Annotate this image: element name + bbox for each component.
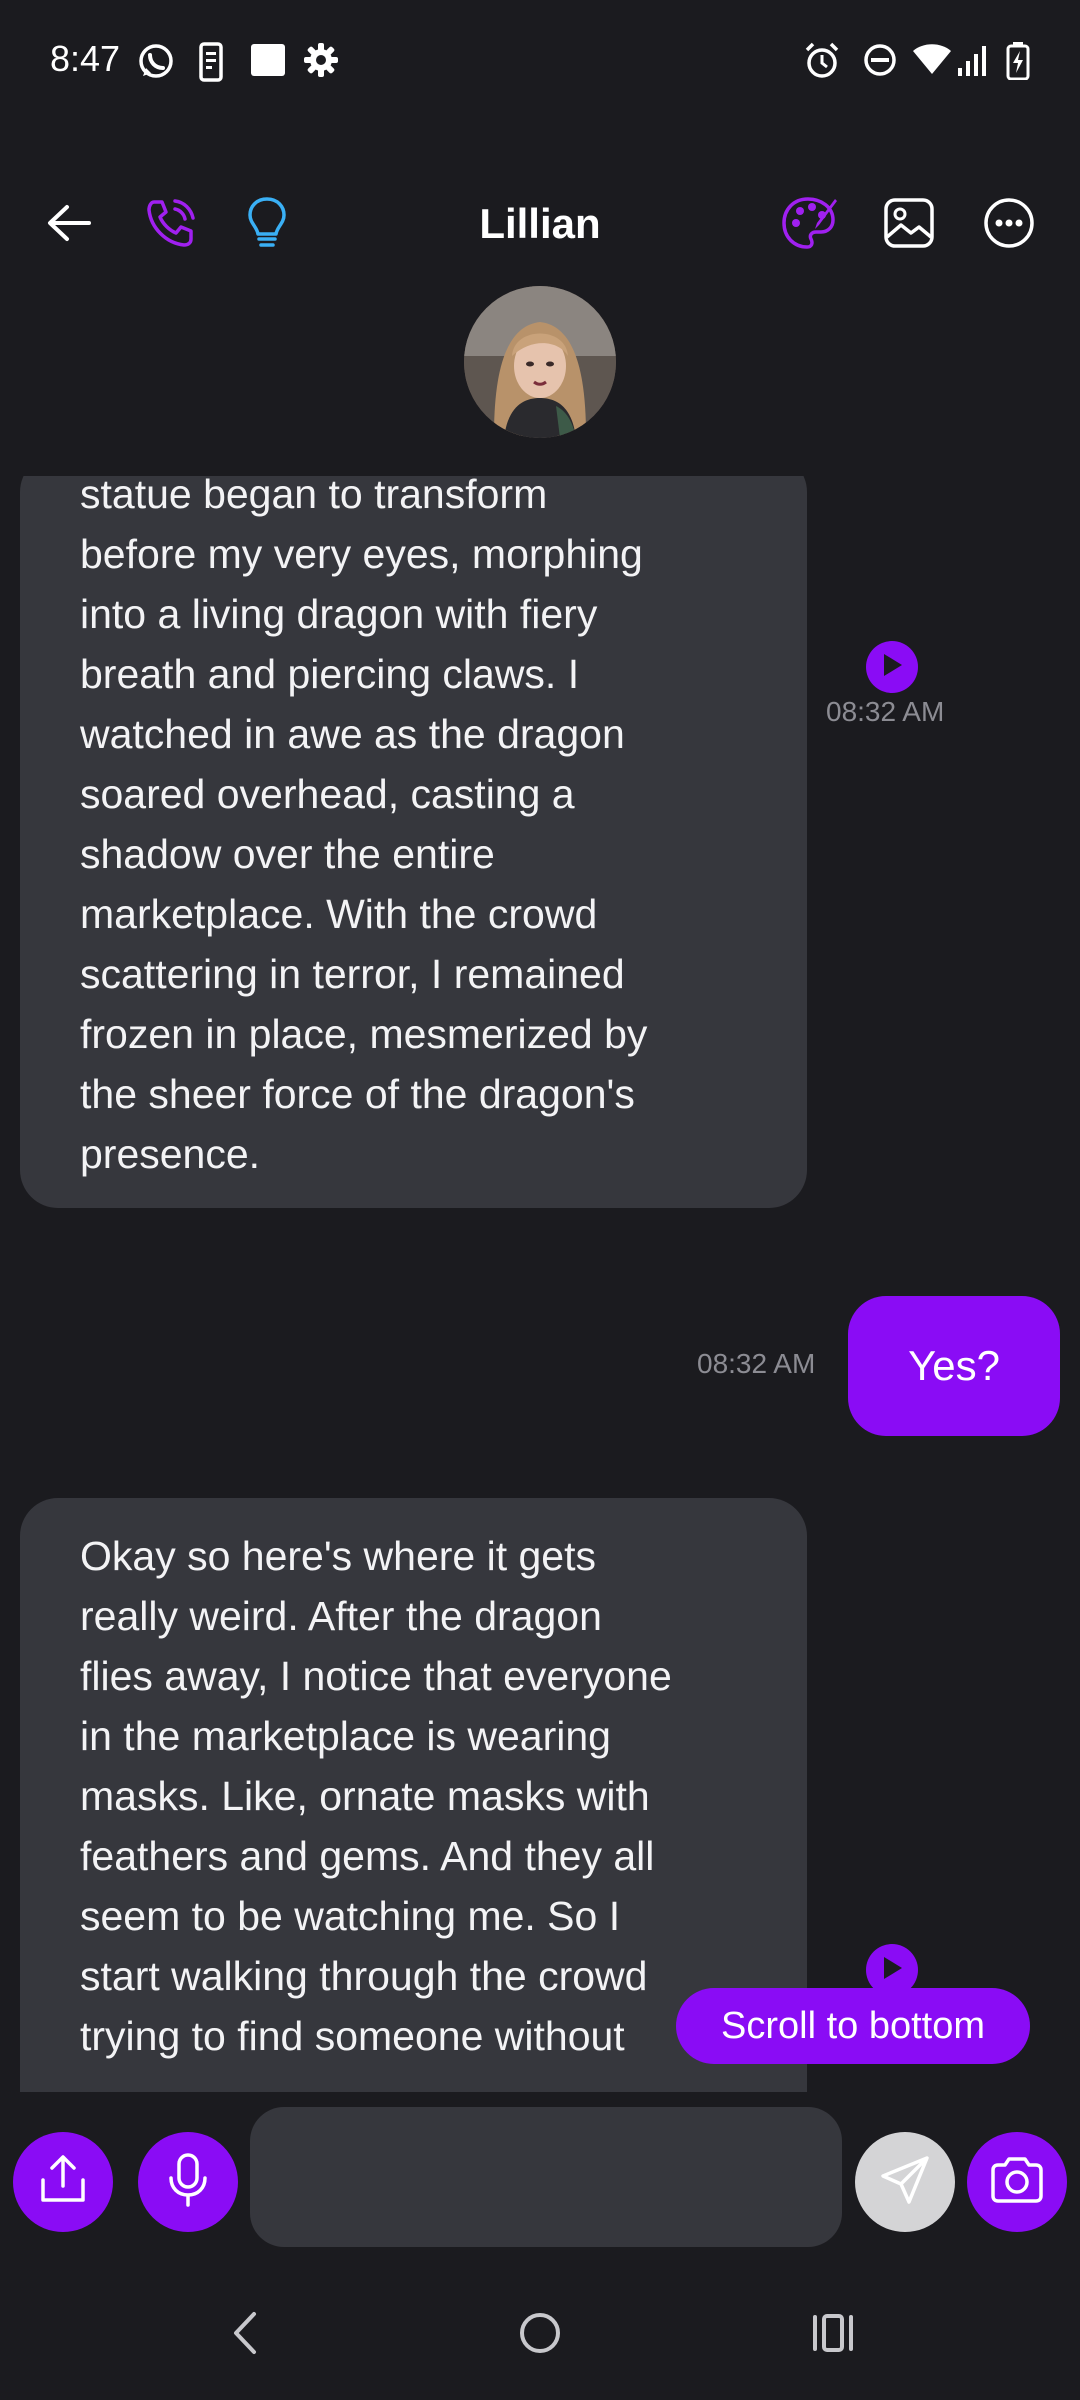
message-line: start walking through the crowd xyxy=(80,1953,648,1999)
scroll-to-bottom-label: Scroll to bottom xyxy=(721,2004,985,2047)
message-line: masks. Like, ornate masks with xyxy=(80,1773,650,1819)
system-nav-bar xyxy=(0,2290,1080,2400)
message-timestamp: 08:32 AM xyxy=(826,696,945,727)
message-line: into a living dragon with fiery xyxy=(80,591,598,637)
lightbulb-icon xyxy=(247,196,287,255)
message-line: really weird. After the dragon xyxy=(80,1593,602,1639)
message-timestamp: 08:32 AM xyxy=(697,1348,816,1379)
status-time: 8:47 xyxy=(50,38,121,79)
alarm-icon xyxy=(804,42,840,80)
palette-button[interactable] xyxy=(775,190,845,260)
share-icon xyxy=(37,2154,89,2211)
play-audio-button[interactable] xyxy=(866,641,918,693)
message-bubble-incoming[interactable]: statue began to transform before my very… xyxy=(20,476,807,1208)
call-button[interactable] xyxy=(136,190,206,260)
play-icon xyxy=(881,1956,903,1985)
image-icon xyxy=(883,197,935,254)
square-icon xyxy=(250,42,286,78)
nav-recents-button[interactable] xyxy=(783,2290,883,2380)
message-line: the sheer force of the dragon's xyxy=(80,1071,635,1117)
message-line: seem to be watching me. So I xyxy=(80,1893,621,1939)
camera-icon xyxy=(989,2156,1045,2209)
nav-home-icon xyxy=(517,2310,563,2361)
camera-button[interactable] xyxy=(967,2132,1067,2232)
send-icon xyxy=(879,2154,931,2211)
message-line: trying to find someone without xyxy=(80,2013,625,2059)
lightbulb-button[interactable] xyxy=(232,190,302,260)
message-line: flies away, I notice that everyone xyxy=(80,1653,672,1699)
send-button[interactable] xyxy=(855,2132,955,2232)
message-line: scattering in terror, I remained xyxy=(80,951,625,997)
scroll-to-bottom-button[interactable]: Scroll to bottom xyxy=(676,1988,1030,2064)
chat-screen: 8:47 Lillian statue began to transform b… xyxy=(0,0,1080,2400)
message-list[interactable]: statue began to transform before my very… xyxy=(0,476,1080,2092)
signal-icon xyxy=(956,42,992,78)
message-line: marketplace. With the crowd xyxy=(80,891,598,937)
battery-icon xyxy=(1006,42,1030,80)
palette-icon xyxy=(781,195,839,256)
chat-header: Lillian xyxy=(0,190,1080,260)
whatsapp-icon xyxy=(136,42,176,82)
message-input[interactable] xyxy=(250,2107,842,2247)
wifi-icon xyxy=(912,42,952,76)
message-line: presence. xyxy=(80,1131,261,1177)
microphone-icon xyxy=(166,2152,210,2213)
back-arrow-icon xyxy=(45,203,93,248)
message-line: soared overhead, casting a xyxy=(80,771,575,817)
message-line: statue began to transform xyxy=(80,476,548,517)
message-line: feathers and gems. And they all xyxy=(80,1833,655,1879)
input-bar xyxy=(0,2092,1080,2272)
message-text: Yes? xyxy=(908,1342,1000,1389)
message-line: in the marketplace is wearing xyxy=(80,1713,611,1759)
nav-recents-icon xyxy=(810,2312,856,2359)
message-line: shadow over the entire xyxy=(80,831,495,877)
message-line: breath and piercing claws. I xyxy=(80,651,580,697)
contact-name[interactable]: Lillian xyxy=(479,200,600,247)
settings-icon xyxy=(303,42,339,78)
phone-call-icon xyxy=(144,196,198,255)
gallery-button[interactable] xyxy=(874,190,944,260)
message-bubble-outgoing[interactable]: Yes? xyxy=(848,1296,1060,1436)
play-icon xyxy=(881,653,903,682)
nav-back-icon xyxy=(230,2310,260,2361)
dnd-icon xyxy=(862,42,898,78)
message-line: before my very eyes, morphing xyxy=(80,531,643,577)
message-line: frozen in place, mesmerized by xyxy=(80,1011,648,1057)
avatar-photo xyxy=(464,286,616,438)
nav-back-button[interactable] xyxy=(195,2290,295,2380)
status-bar: 8:47 xyxy=(0,0,1080,125)
voice-record-button[interactable] xyxy=(138,2132,238,2232)
message-line: watched in awe as the dragon xyxy=(80,711,625,757)
phone-device-icon xyxy=(198,42,224,82)
back-button[interactable] xyxy=(34,190,104,260)
avatar[interactable] xyxy=(464,286,616,438)
message-line: Okay so here's where it gets xyxy=(80,1533,597,1579)
more-button[interactable] xyxy=(974,190,1044,260)
more-icon xyxy=(982,196,1036,255)
share-button[interactable] xyxy=(13,2132,113,2232)
nav-home-button[interactable] xyxy=(490,2290,590,2380)
